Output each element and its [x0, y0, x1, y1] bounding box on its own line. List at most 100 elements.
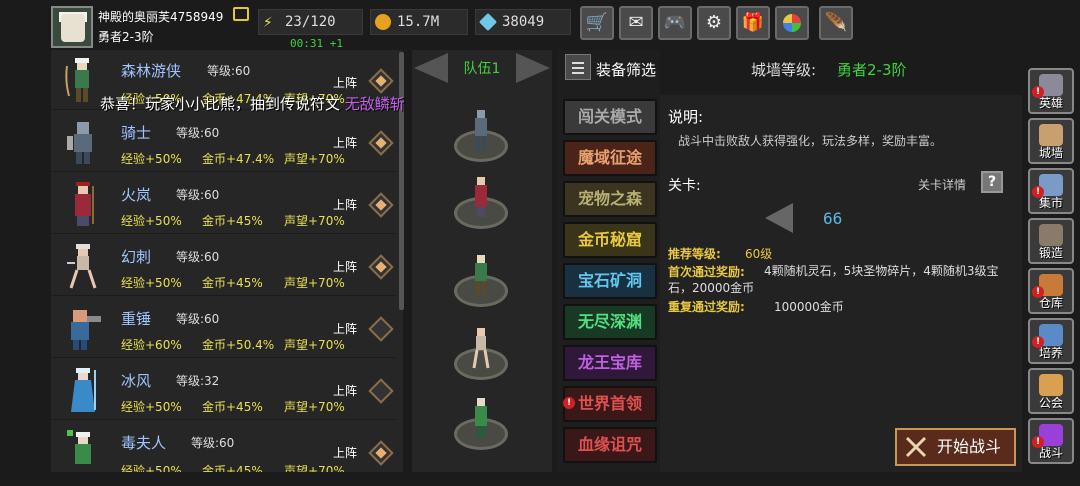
- hero-level: 等级:60: [176, 126, 220, 140]
- nav-label: 公会: [1038, 396, 1063, 410]
- help-question-icon[interactable]: ?: [981, 171, 1003, 193]
- guild-icon: [1039, 374, 1063, 396]
- stage-detail-link[interactable]: 关卡详情: [918, 176, 966, 193]
- team-panel: 队伍1: [412, 50, 552, 472]
- player-rank: 勇者2-3阶: [98, 30, 154, 44]
- deploy-label[interactable]: 上阵: [333, 320, 357, 337]
- mode-button[interactable]: 世界首领: [563, 386, 657, 422]
- description-title: 说明:: [668, 108, 704, 126]
- nav-anvil-button[interactable]: 锻造: [1028, 218, 1074, 264]
- nav-battle-portal-button[interactable]: 战斗!: [1028, 418, 1074, 464]
- deploy-label[interactable]: 上阵: [333, 382, 357, 399]
- mode-button[interactable]: 金币秘窟: [563, 222, 657, 258]
- deploy-label[interactable]: 上阵: [333, 258, 357, 275]
- team-prev-arrow[interactable]: [414, 53, 448, 83]
- hero-name: 森林游侠: [121, 62, 182, 80]
- repeat-clear-reward-label: 重复通过奖励:: [668, 300, 745, 314]
- hero-level: 等级:32: [176, 374, 220, 388]
- alert-icon: !: [1032, 186, 1044, 198]
- gold-value: 15.7M: [397, 14, 440, 30]
- team-slot[interactable]: [454, 328, 508, 382]
- deploy-toggle[interactable]: [368, 378, 394, 404]
- feather-icon[interactable]: 🪶: [819, 6, 853, 40]
- deploy-label[interactable]: 上阵: [333, 74, 357, 91]
- deploy-toggle[interactable]: [368, 440, 394, 466]
- mode-button[interactable]: 龙王宝库: [563, 345, 657, 381]
- deploy-label[interactable]: 上阵: [333, 134, 357, 151]
- team-slot[interactable]: [454, 255, 508, 309]
- settings-gear-icon[interactable]: ⚙: [697, 6, 731, 40]
- mode-button[interactable]: 无尽深渊: [563, 304, 657, 340]
- notice-text: 恭喜！玩家小小比熊，抽到传说符文: [100, 95, 341, 113]
- crossed-swords-icon: [905, 436, 927, 458]
- team-slot[interactable]: [454, 177, 508, 231]
- mail-icon[interactable]: ✉: [619, 6, 653, 40]
- mode-button[interactable]: 血缘诅咒: [563, 427, 657, 463]
- deploy-label[interactable]: 上阵: [333, 444, 357, 461]
- hero-row[interactable]: 火岚 等级:60 经验+50% 金币+45% 声望+70% 上阵: [51, 174, 396, 234]
- hero-gold-bonus: 金币+45%: [202, 214, 263, 228]
- hero-sprite: [65, 242, 101, 292]
- nav-guild-button[interactable]: 公会: [1028, 368, 1074, 414]
- alert-icon: !: [563, 397, 575, 409]
- start-battle-label: 开始战斗: [937, 437, 1002, 456]
- hero-sprite: [65, 428, 101, 472]
- anvil-icon: [1039, 224, 1063, 246]
- hero-row[interactable]: 毒夫人 等级:60 经验+50% 金币+45% 声望+70% 上阵: [51, 422, 396, 472]
- hero-rep-bonus: 声望+70%: [284, 464, 345, 472]
- hero-name: 毒夫人: [121, 434, 167, 452]
- hero-level: 等级:60: [176, 250, 220, 264]
- equip-filter-button[interactable]: [565, 54, 591, 80]
- edit-name-icon[interactable]: [233, 7, 249, 21]
- recommended-level-value: 60级: [745, 247, 773, 261]
- mode-button[interactable]: 宝石矿洞: [563, 263, 657, 299]
- deploy-toggle[interactable]: [368, 254, 394, 280]
- hero-name: 冰风: [121, 372, 152, 390]
- first-clear-reward-label: 首次通过奖励:: [668, 265, 745, 279]
- deploy-toggle[interactable]: [368, 316, 394, 342]
- gift-icon[interactable]: 🎁: [736, 6, 770, 40]
- hero-rep-bonus: 声望+70%: [284, 276, 345, 290]
- broadcast-notice: 恭喜！玩家小小比熊，抽到传说符文 无敌鳞斩（银刃）: [100, 93, 465, 114]
- hero-row[interactable]: 重锤 等级:60 经验+60% 金币+50.4% 声望+70% 上阵: [51, 298, 396, 358]
- nav-chest-button[interactable]: 仓库!: [1028, 268, 1074, 314]
- hero-row[interactable]: 幻刺 等级:60 经验+50% 金币+45% 声望+70% 上阵: [51, 236, 396, 296]
- gold-counter: 15.7M: [370, 9, 468, 35]
- player-avatar[interactable]: [51, 6, 93, 48]
- deploy-toggle[interactable]: [368, 68, 394, 94]
- equip-filter-label[interactable]: 装备筛选: [596, 59, 656, 80]
- repeat-clear-reward-value: 100000金币: [774, 300, 844, 314]
- team-slot[interactable]: [454, 398, 508, 452]
- hero-row[interactable]: 骑士 等级:60 经验+50% 金币+47.4% 声望+70% 上阵: [51, 112, 396, 172]
- hero-exp-bonus: 经验+50%: [121, 276, 182, 290]
- hero-sprite: [65, 304, 101, 354]
- gamepad-icon[interactable]: 🎮: [658, 6, 692, 40]
- deploy-toggle[interactable]: [368, 130, 394, 156]
- recommended-level-label: 推荐等级:: [668, 247, 721, 261]
- mode-button[interactable]: 魔域征途: [563, 140, 657, 176]
- hero-gold-bonus: 金币+45%: [202, 276, 263, 290]
- hero-gold-bonus: 金币+45%: [202, 400, 263, 414]
- nav-castle-wall-button[interactable]: 城墙: [1028, 118, 1074, 164]
- stamina-timer: 00:31 +1: [290, 37, 343, 50]
- mode-button[interactable]: 闯关模式: [563, 99, 657, 135]
- hero-level: 等级:60: [191, 436, 235, 450]
- hero-exp-bonus: 经验+60%: [121, 338, 182, 352]
- hero-sprite: [65, 180, 101, 230]
- hero-level: 等级:60: [176, 188, 220, 202]
- shop-cart-icon[interactable]: 🛒: [580, 6, 614, 40]
- diamond-icon: [478, 12, 498, 32]
- deploy-toggle[interactable]: [368, 192, 394, 218]
- team-slot[interactable]: [454, 110, 508, 164]
- start-battle-button[interactable]: 开始战斗: [895, 428, 1016, 466]
- nav-training-button[interactable]: 培养!: [1028, 318, 1074, 364]
- hero-list-scrollbar[interactable]: [399, 52, 404, 310]
- nav-market-stall-button[interactable]: 集市!: [1028, 168, 1074, 214]
- nav-hero-helmet-button[interactable]: 英雄!: [1028, 68, 1074, 114]
- mode-button[interactable]: 宠物之森: [563, 181, 657, 217]
- lucky-wheel-icon[interactable]: [775, 6, 809, 40]
- nav-label: 锻造: [1038, 246, 1063, 260]
- deploy-label[interactable]: 上阵: [333, 196, 357, 213]
- team-next-arrow[interactable]: [516, 53, 550, 83]
- hero-row[interactable]: 冰风 等级:32 经验+50% 金币+45% 声望+70% 上阵: [51, 360, 396, 420]
